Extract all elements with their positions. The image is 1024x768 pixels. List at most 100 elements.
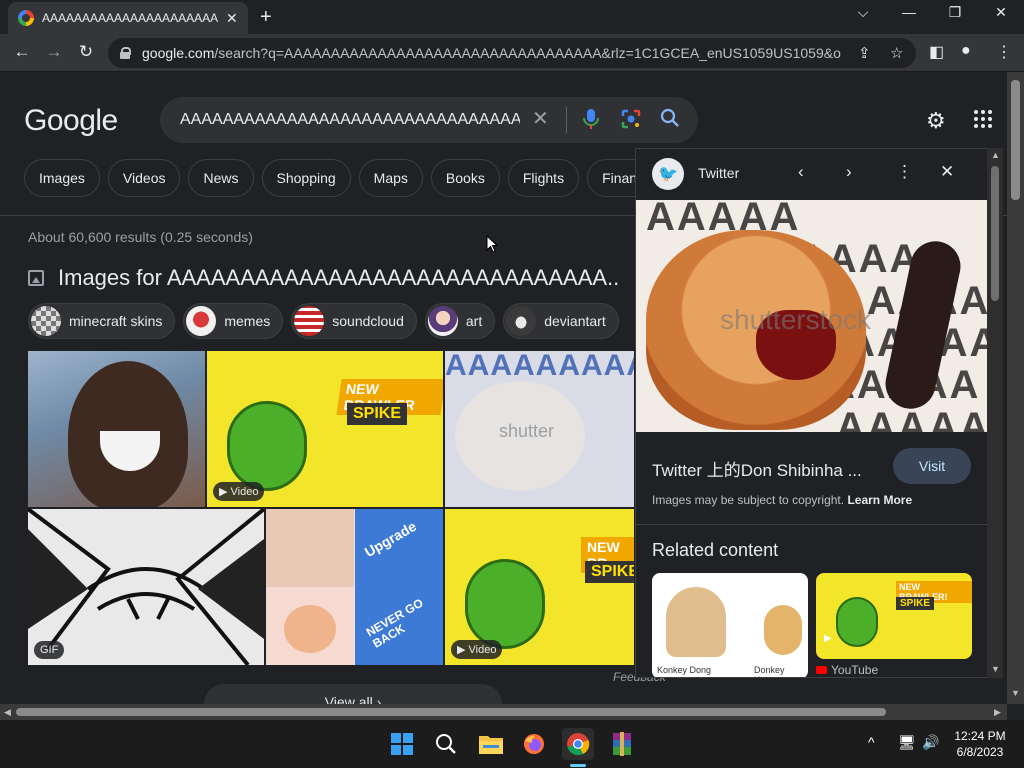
view-all-button[interactable]: View all › <box>204 684 502 704</box>
filter-news[interactable]: News <box>188 159 254 197</box>
next-chevron-icon[interactable]: › <box>846 162 852 182</box>
file-explorer-icon[interactable] <box>475 728 507 760</box>
related-chip-soundcloud[interactable]: soundcloud <box>291 303 417 339</box>
clock-date: 6/8/2023 <box>956 745 1004 759</box>
lock-icon[interactable] <box>120 47 131 59</box>
voice-search-icon[interactable] <box>582 108 600 135</box>
page-vertical-scrollbar[interactable]: ▼ <box>1007 72 1024 704</box>
tab-close-icon[interactable]: ✕ <box>226 10 238 27</box>
horizontal-scroll-thumb[interactable] <box>16 708 886 716</box>
preview-image[interactable]: AAAAA AAAAA AAAAA AAAAA AAAAA AAAAA shut… <box>636 200 987 432</box>
image-result-6[interactable]: NEW BR SPIKE ▶ Video <box>445 509 634 665</box>
previous-chevron-icon[interactable]: ‹ <box>798 162 804 182</box>
panel-scroll-down-icon[interactable]: ▼ <box>991 664 1000 674</box>
image-icon <box>28 270 44 286</box>
youtube-icon <box>816 666 827 674</box>
reload-icon[interactable]: ↻ <box>76 42 96 62</box>
image-result-4[interactable]: GIF <box>28 509 264 665</box>
search-taskbar-icon[interactable] <box>430 728 462 760</box>
search-filter-chips: Images Videos News Shopping Maps Books F… <box>24 159 667 197</box>
copyright-notice: Images may be subject to copyright. Lear… <box>652 493 913 507</box>
filter-images[interactable]: Images <box>24 159 100 197</box>
mouse-cursor-icon <box>486 235 498 253</box>
firefox-icon[interactable] <box>518 728 550 760</box>
filter-shopping[interactable]: Shopping <box>261 159 351 197</box>
google-logo[interactable]: Google <box>24 104 118 138</box>
more-options-icon[interactable]: ⋮ <box>896 162 913 182</box>
profile-icon[interactable]: ● <box>961 42 971 60</box>
result-stats: About 60,600 results (0.25 seconds) <box>28 229 253 245</box>
windows-taskbar: ^ 🖥 🔊 12:24 PM 6/8/2023 <box>0 720 1024 768</box>
search-magnifier-icon[interactable] <box>660 108 680 133</box>
related-content-heading: Related content <box>652 540 779 560</box>
winrar-icon[interactable] <box>606 728 638 760</box>
address-bar[interactable]: google.com/search?q=AAAAAAAAAAAAAAAAAAAA… <box>108 38 916 68</box>
tile-watermark: shutter <box>499 421 555 441</box>
images-heading-text[interactable]: Images for AAAAAAAAAAAAAAAAAAAAAAAAAAAAA… <box>58 265 618 291</box>
scroll-right-icon[interactable]: ▶ <box>994 707 1001 718</box>
page-horizontal-scrollbar[interactable]: ◀ ▶ <box>0 704 1007 720</box>
related-chip-deviantart[interactable]: deviantart <box>503 303 619 339</box>
google-apps-icon[interactable] <box>974 110 992 128</box>
browser-tab[interactable]: AAAAAAAAAAAAAAAAAAAAAAA ✕ <box>8 2 248 34</box>
show-hidden-icons-chevron-icon[interactable]: ^ <box>868 734 875 750</box>
related-chip-memes[interactable]: memes <box>183 303 284 339</box>
clock-time: 12:24 PM <box>954 729 1006 743</box>
panel-scroll-up-icon[interactable]: ▲ <box>991 150 1000 160</box>
image-result-3[interactable]: AAAAAAAAAAAAAAAAAAAAAAAAA shutter <box>445 351 634 507</box>
chrome-menu-icon[interactable]: ⋮ <box>996 42 1012 62</box>
settings-gear-icon[interactable]: ⚙ <box>926 108 946 134</box>
learn-more-link[interactable]: Learn More <box>847 493 912 507</box>
filter-videos[interactable]: Videos <box>107 159 181 197</box>
related-card-2[interactable]: NEW BRAWLER! SPIKE ▶ <box>816 573 972 659</box>
minecraft-thumb <box>31 306 61 336</box>
filter-books[interactable]: Books <box>430 159 500 197</box>
result-title[interactable]: Twitter 上的Don Shibinha ... <box>652 456 862 481</box>
network-icon[interactable]: 🖥 <box>898 734 916 751</box>
gif-badge: GIF <box>34 641 65 659</box>
page-scroll-down-icon[interactable]: ▼ <box>1011 688 1020 698</box>
new-tab-button[interactable]: + <box>260 6 272 29</box>
related-chip-art[interactable]: art <box>424 303 496 339</box>
chrome-taskbar-icon[interactable] <box>562 728 594 760</box>
taskbar-clock[interactable]: 12:24 PM 6/8/2023 <box>948 728 1012 760</box>
panel-divider <box>636 524 987 525</box>
panel-scroll-thumb[interactable] <box>991 166 999 301</box>
browser-tab-strip: AAAAAAAAAAAAAAAAAAAAAAA ✕ + ⌵ — ❐ ✕ <box>0 0 1024 34</box>
search-box[interactable]: AAAAAAAAAAAAAAAAAAAAAAAAAAAAAAAAA ✕ <box>160 97 698 143</box>
search-input[interactable]: AAAAAAAAAAAAAAAAAAAAAAAAAAAAAAAAA <box>180 111 520 129</box>
image-result-1[interactable] <box>28 351 205 507</box>
images-section-heading[interactable]: Images for AAAAAAAAAAAAAAAAAAAAAAAAAAAAA… <box>28 265 618 291</box>
related-card-1[interactable]: Konkey Dong Donkey Kong <box>652 573 808 677</box>
image-preview-panel: 🐦 Twitter ‹ › ⋮ ✕ AAAAA AAAAA AAAAA AAAA… <box>635 148 988 678</box>
tab-search-chevron-icon[interactable]: ⌵ <box>848 4 878 21</box>
google-favicon-icon <box>18 10 34 26</box>
clear-search-icon[interactable]: ✕ <box>532 106 549 131</box>
related-chip-minecraft-skins[interactable]: minecraft skins <box>28 303 176 339</box>
side-panel-icon[interactable]: ◧ <box>929 42 944 62</box>
tile-text-spike: SPIKE <box>347 403 408 425</box>
image-result-2[interactable]: NEW BRAWLER SPIKE ▶ Video <box>207 351 443 507</box>
minimize-icon[interactable]: — <box>894 4 924 20</box>
image-result-5[interactable]: Upgrade NEVER GO BACK <box>266 509 443 665</box>
filter-maps[interactable]: Maps <box>358 159 423 197</box>
restore-icon[interactable]: ❐ <box>940 4 970 21</box>
page-scroll-thumb[interactable] <box>1011 80 1020 200</box>
back-arrow-icon[interactable]: ← <box>12 42 32 62</box>
related-search-chips: minecraft skins memes soundcloud art dev… <box>28 303 619 339</box>
bookmark-star-icon[interactable]: ☆ <box>890 44 903 62</box>
visit-button[interactable]: Visit <box>893 448 971 484</box>
lens-search-icon[interactable] <box>620 108 642 135</box>
video-badge: ▶ Video <box>213 482 265 501</box>
panel-source[interactable]: Twitter <box>698 165 739 181</box>
scroll-left-icon[interactable]: ◀ <box>4 707 11 718</box>
filter-flights[interactable]: Flights <box>507 159 580 197</box>
panel-scrollbar[interactable]: ▲ ▼ <box>987 148 1003 678</box>
forward-arrow-icon[interactable]: → <box>44 42 64 62</box>
volume-icon[interactable]: 🔊 <box>922 734 939 751</box>
windows-start-icon[interactable] <box>386 728 418 760</box>
share-icon[interactable]: ⇪ <box>858 44 871 62</box>
related-caption-left: Konkey Dong <box>657 665 712 675</box>
close-panel-icon[interactable]: ✕ <box>940 162 954 182</box>
close-window-icon[interactable]: ✕ <box>986 4 1016 21</box>
